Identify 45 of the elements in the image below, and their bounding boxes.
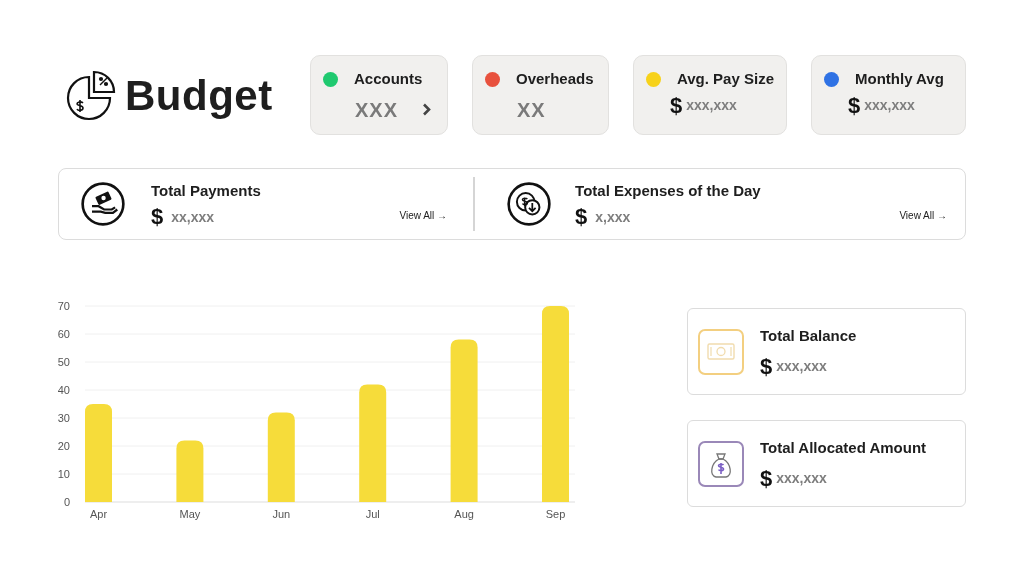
currency-symbol: $	[151, 206, 164, 229]
currency-symbol: $	[670, 94, 683, 117]
x-axis-label: Jun	[272, 508, 291, 520]
x-axis-label: Aug	[454, 508, 474, 520]
stat-label: Overheads	[516, 69, 594, 89]
balance-value: xxx,xxx	[776, 469, 827, 489]
y-axis-label: 70	[57, 300, 70, 312]
summary-title: Total Expenses of the Day	[575, 180, 761, 201]
chevron-right-icon[interactable]	[422, 103, 431, 116]
y-axis-label: 50	[57, 356, 70, 368]
view-all-link[interactable]: View All →	[399, 208, 448, 223]
x-axis-label: May	[179, 508, 201, 520]
y-axis-label: 0	[63, 496, 70, 508]
stat-value: XXX	[355, 97, 399, 123]
summary-value: xx,xxx	[171, 207, 215, 227]
stat-value: xxx,xxx	[864, 96, 915, 115]
y-axis-label: 40	[57, 384, 70, 396]
y-axis-label: 30	[57, 412, 70, 424]
x-axis-label: Apr	[89, 508, 108, 520]
currency-symbol: $	[760, 467, 773, 490]
balance-title: Total Allocated Amount	[760, 438, 927, 459]
bar	[176, 440, 204, 502]
y-axis-label: 60	[57, 328, 70, 340]
stat-value: xxx,xxx	[686, 96, 737, 115]
y-axis-label: 10	[57, 468, 70, 480]
view-all-link[interactable]: View All →	[899, 208, 947, 223]
stat-label: Monthly Avg	[855, 69, 944, 89]
x-axis-label: Sep	[545, 508, 566, 520]
app-title: Budget	[125, 70, 273, 121]
budget-logo-icon	[65, 69, 117, 121]
stat-value: XX	[517, 97, 546, 123]
y-axis-label: 20	[57, 440, 70, 452]
summary-value: x,xxx	[595, 207, 631, 227]
x-axis-label: Jul	[365, 508, 380, 520]
balance-title: Total Balance	[760, 326, 857, 347]
hand-cash-icon	[81, 182, 125, 226]
currency-symbol: $	[848, 94, 861, 117]
money-bag-icon	[698, 440, 744, 487]
currency-symbol: $	[575, 206, 588, 229]
stat-label: Accounts	[354, 69, 423, 89]
summary-title: Total Payments	[151, 180, 261, 201]
banknote-icon	[698, 328, 744, 375]
balance-value: xxx,xxx	[776, 357, 827, 377]
currency-symbol: $	[760, 355, 773, 378]
stat-label: Avg. Pay Size	[677, 69, 774, 89]
